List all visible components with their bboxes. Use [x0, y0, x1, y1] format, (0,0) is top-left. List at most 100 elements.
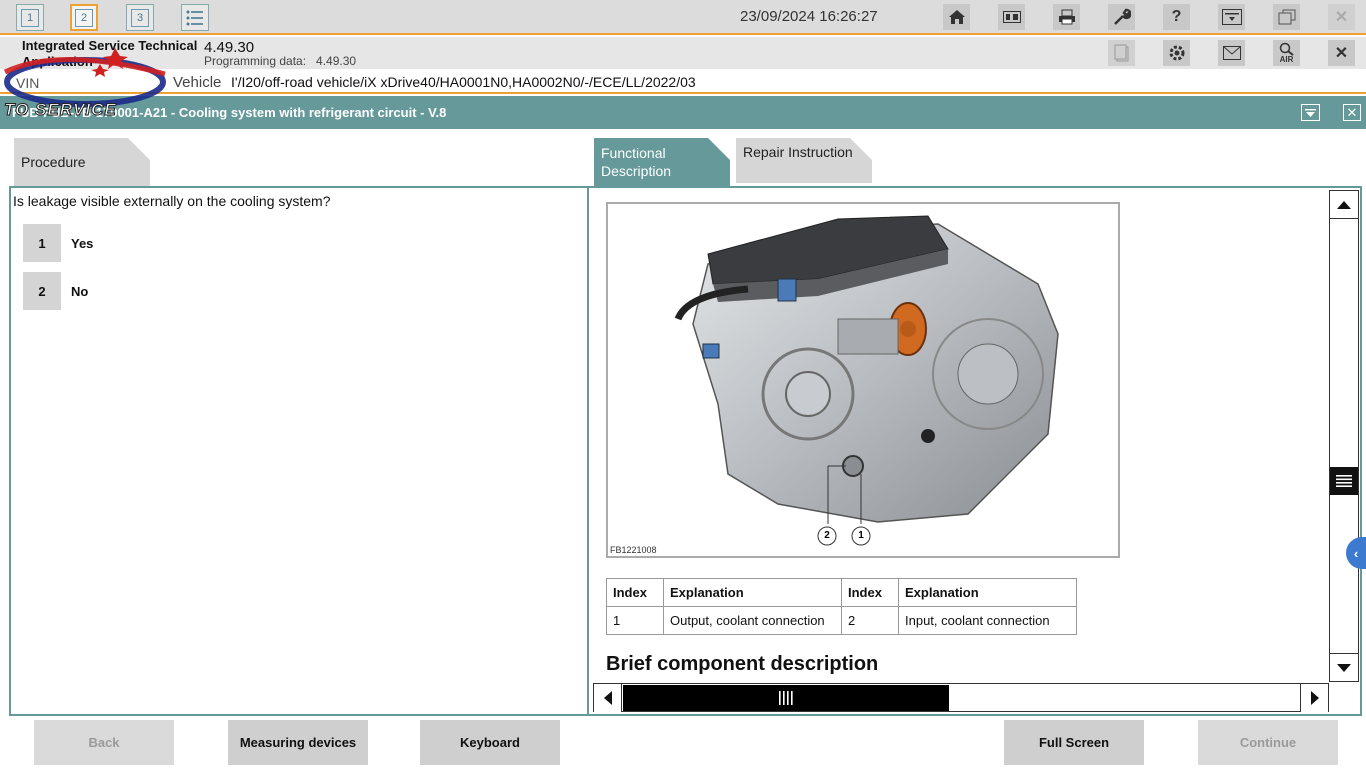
home-button[interactable]: [943, 4, 970, 30]
session-tab-1[interactable]: 1: [16, 4, 44, 31]
session-tab-1-label: 1: [21, 8, 39, 27]
answer-yes-button[interactable]: 1: [23, 224, 61, 262]
scroll-down-button[interactable]: [1330, 653, 1358, 681]
session-tab-3[interactable]: 3: [126, 4, 154, 31]
help-button[interactable]: ?: [1163, 4, 1190, 30]
close-icon: ✕: [1334, 9, 1349, 26]
mail-button[interactable]: [1218, 40, 1245, 66]
screen-select-button[interactable]: [1218, 4, 1245, 30]
drive-unit-illustration: [674, 215, 1059, 546]
vertical-scroll-thumb[interactable]: [1330, 467, 1358, 495]
table-row: 1 Output, coolant connection 2 Input, co…: [606, 606, 1077, 635]
help-icon: ?: [1171, 8, 1182, 25]
measuring-devices-button[interactable]: Measuring devices: [228, 720, 368, 765]
wrench-icon: [1113, 8, 1131, 25]
arrow-down-icon: [1337, 663, 1351, 672]
list-view-button[interactable]: [181, 4, 209, 31]
tab-procedure[interactable]: Procedure: [14, 138, 150, 186]
info-band: Integrated Service Technical Application…: [0, 37, 1366, 69]
vehicle-value: I'/I20/off-road vehicle/iX xDrive40/HA00…: [231, 74, 696, 90]
programming-data-label: Programming data:: [204, 54, 307, 68]
session-tab-3-label: 3: [131, 8, 149, 27]
full-screen-button[interactable]: Full Screen: [1004, 720, 1144, 765]
back-button[interactable]: Back: [34, 720, 174, 765]
title-dropdown-button[interactable]: [1301, 104, 1320, 121]
grip-icon: [1336, 475, 1352, 487]
close-icon: ✕: [1334, 45, 1349, 62]
vertical-scrollbar[interactable]: [1329, 190, 1359, 682]
answer-no-button[interactable]: 2: [23, 272, 61, 310]
horizontal-scroll-thumb[interactable]: [623, 685, 949, 711]
brand-logo: TO SERVICE: [0, 44, 175, 124]
procedure-panel: [9, 186, 589, 716]
vehicle-data-button[interactable]: [998, 4, 1025, 30]
vehicle-band: VIN Vehicle I'/I20/off-road vehicle/iX x…: [0, 69, 1366, 94]
callout-1: 1: [858, 530, 864, 541]
settings-button[interactable]: [1163, 40, 1190, 66]
answer-no-label[interactable]: No: [71, 284, 88, 299]
vehicle-label: Vehicle: [173, 74, 222, 91]
session-tab-2[interactable]: 2: [70, 4, 98, 31]
scroll-right-button[interactable]: [1300, 684, 1328, 712]
table-header-row: Index Explanation Index Explanation: [606, 578, 1077, 607]
table-cell: Input, coolant connection: [898, 606, 1077, 635]
scroll-left-button[interactable]: [594, 684, 622, 712]
arrow-left-icon: [603, 691, 612, 705]
answer-yes-number: 1: [38, 235, 46, 251]
procedure-question: Is leakage visible externally on the coo…: [13, 193, 331, 209]
air-search-button[interactable]: AIR: [1273, 40, 1300, 66]
programming-data-value: 4.49.30: [316, 54, 357, 68]
screen-select-icon: [1221, 9, 1242, 25]
session-tab-2-label: 2: [75, 8, 93, 27]
scroll-up-button[interactable]: [1330, 191, 1358, 219]
table-header: Explanation: [898, 578, 1077, 607]
print-button[interactable]: [1053, 4, 1080, 30]
programming-data: Programming data: 4.49.30: [204, 54, 356, 68]
datetime-display: 23/09/2024 16:26:27: [740, 8, 878, 25]
tab-repair-instruction-label: Repair Instruction: [743, 144, 853, 160]
service-functions-button[interactable]: [1108, 4, 1135, 30]
window-restore-icon: [1278, 9, 1295, 25]
print-icon: [1058, 9, 1075, 25]
document-icon: [1114, 44, 1128, 62]
window-restore-button[interactable]: [1273, 4, 1300, 30]
vehicle-data-icon: [1002, 11, 1021, 23]
list-icon: [186, 10, 203, 25]
logo-text: TO SERVICE: [4, 100, 117, 120]
horizontal-scrollbar[interactable]: [593, 683, 1329, 712]
keyboard-button[interactable]: Keyboard: [420, 720, 560, 765]
table-header: Index: [841, 578, 899, 607]
close-document-button[interactable]: ✕: [1328, 40, 1355, 66]
legend-table: Index Explanation Index Explanation 1 Ou…: [606, 578, 1077, 635]
close-app-button[interactable]: ✕: [1328, 4, 1355, 30]
title-close-button[interactable]: ✕: [1343, 104, 1361, 121]
dropdown-icon: [1305, 108, 1316, 117]
settings-icon: [1169, 45, 1184, 61]
table-cell: 1: [606, 606, 664, 635]
chevron-left-icon: ‹: [1353, 545, 1359, 561]
table-cell: Output, coolant connection: [663, 606, 842, 635]
air-label: AIR: [1279, 55, 1294, 64]
mail-icon: [1222, 46, 1241, 60]
grip-icon: [779, 691, 793, 705]
tab-functional-description[interactable]: Functional Description: [594, 138, 730, 186]
tab-functional-description-label: Functional Description: [601, 145, 672, 179]
document-button[interactable]: [1108, 40, 1135, 66]
top-toolbar: 1 2 3 23/09/2024 16:26:27 ? ✕: [0, 0, 1366, 35]
answer-no-number: 2: [38, 283, 46, 299]
arrow-up-icon: [1337, 200, 1351, 209]
component-image[interactable]: 2 1: [606, 202, 1120, 558]
section-heading: Brief component description: [606, 653, 879, 675]
continue-button[interactable]: Continue: [1198, 720, 1338, 765]
table-header: Index: [606, 578, 664, 607]
document-title-bar: FUB-FUB-FB-170001-A21 - Cooling system w…: [0, 96, 1366, 129]
air-search-icon: [1279, 42, 1294, 56]
close-icon: ✕: [1346, 104, 1358, 120]
table-header: Explanation: [663, 578, 842, 607]
answer-yes-label[interactable]: Yes: [71, 236, 93, 251]
callout-2: 2: [824, 530, 830, 541]
tab-repair-instruction[interactable]: Repair Instruction: [736, 138, 872, 183]
arrow-right-icon: [1310, 691, 1319, 705]
image-code: FB1221008: [610, 545, 657, 555]
table-cell: 2: [841, 606, 899, 635]
